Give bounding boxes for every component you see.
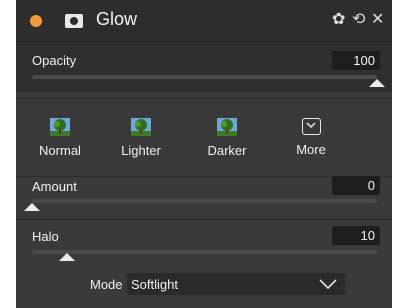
amount-value-field[interactable]: 0 (332, 176, 380, 195)
mode-dropdown[interactable]: Softlight (127, 273, 345, 295)
opacity-slider-track[interactable] (32, 75, 377, 79)
mode-label: Mode (90, 277, 123, 292)
preset-label: More (296, 142, 326, 157)
amount-label: Amount (32, 179, 77, 194)
tree-thumbnail-icon (106, 118, 176, 136)
settings-gear-icon[interactable]: ✿ (332, 10, 345, 30)
halo-slider-track[interactable] (32, 250, 377, 254)
mask-icon[interactable] (65, 14, 83, 28)
preset-darker[interactable]: Darker (192, 118, 262, 170)
opacity-value-field[interactable]: 100 (332, 51, 380, 70)
panel-title: Glow (96, 9, 138, 29)
halo-label: Halo (32, 229, 59, 244)
halo-value-field[interactable]: 10 (332, 226, 380, 245)
close-icon[interactable]: ✕ (371, 10, 384, 30)
glow-panel: Glow ✿ ⟲ ✕ Opacity 100 Normal Lighter Dark… (16, 0, 392, 308)
reset-undo-icon[interactable]: ⟲ (352, 10, 365, 30)
divider (16, 98, 392, 99)
halo-slider-thumb[interactable] (58, 253, 75, 261)
mode-selected-value: Softlight (131, 277, 178, 292)
preset-normal[interactable]: Normal (25, 118, 95, 170)
opacity-label: Opacity (32, 53, 77, 68)
opacity-section: Opacity 100 (16, 42, 392, 92)
chevron-down-box-icon (301, 118, 321, 135)
chevron-down-icon (319, 279, 337, 289)
preset-more[interactable]: More (276, 118, 346, 170)
amount-slider-thumb[interactable] (24, 203, 40, 211)
tree-thumbnail-icon (25, 118, 95, 136)
divider (16, 219, 392, 220)
amount-slider-track[interactable] (32, 199, 377, 203)
filter-toggle-dot-icon[interactable] (30, 15, 42, 27)
preset-lighter[interactable]: Lighter (106, 118, 176, 170)
preset-label: Lighter (121, 143, 161, 158)
panel-header: Glow ✿ ⟲ ✕ (16, 0, 392, 42)
preset-label: Normal (39, 143, 81, 158)
tree-thumbnail-icon (192, 118, 262, 136)
preset-label: Darker (207, 143, 247, 158)
opacity-slider-thumb[interactable] (369, 79, 385, 87)
